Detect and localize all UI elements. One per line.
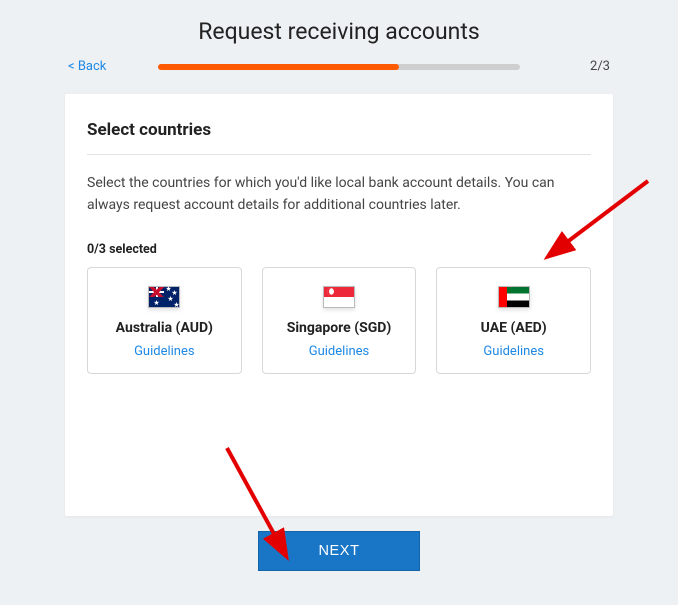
back-link[interactable]: < Back (68, 59, 158, 74)
guidelines-link[interactable]: Guidelines (269, 344, 410, 359)
country-card-uae[interactable]: UAE (AED) Guidelines (436, 267, 591, 374)
guidelines-link[interactable]: Guidelines (94, 344, 235, 359)
country-card-singapore[interactable]: Singapore (SGD) Guidelines (262, 267, 417, 374)
uae-flag-icon (498, 286, 530, 308)
guidelines-link[interactable]: Guidelines (443, 344, 584, 359)
step-count: 2/3 (520, 59, 610, 74)
australia-flag-icon (148, 286, 180, 308)
country-name: Australia (AUD) (94, 320, 235, 336)
singapore-flag-icon (323, 286, 355, 308)
progress-bar (158, 64, 520, 70)
country-name: Singapore (SGD) (269, 320, 410, 336)
progress-fill (158, 64, 399, 70)
country-grid: Australia (AUD) Guidelines Singapore (SG… (87, 267, 591, 374)
description: Select the countries for which you'd lik… (87, 173, 591, 216)
page-title: Request receiving accounts (0, 0, 678, 59)
selection-count: 0/3 selected (87, 242, 591, 257)
section-title: Select countries (87, 120, 591, 155)
main-card: Select countries Select the countries fo… (65, 94, 613, 516)
country-card-australia[interactable]: Australia (AUD) Guidelines (87, 267, 242, 374)
header-row: < Back 2/3 (34, 59, 644, 74)
country-name: UAE (AED) (443, 320, 584, 336)
next-button[interactable]: NEXT (259, 532, 419, 570)
